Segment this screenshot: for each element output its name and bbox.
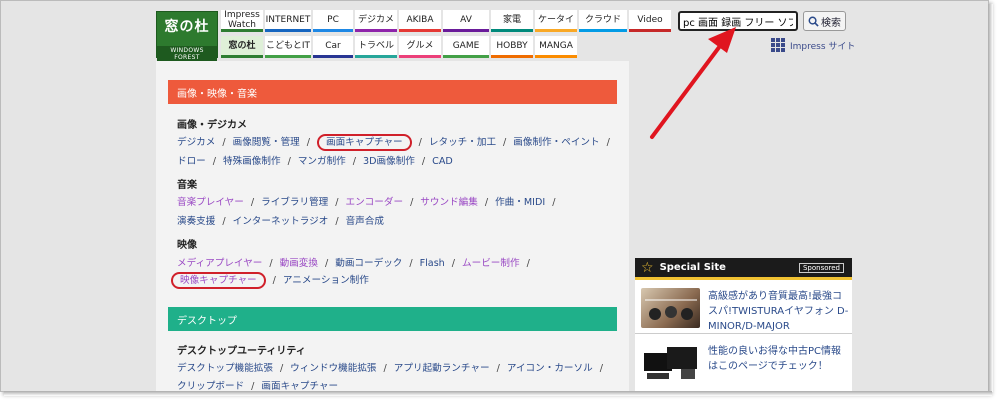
page-shadow-right — [988, 4, 993, 392]
annotation-arrow — [650, 27, 736, 139]
browser-screenshot: 窓の杜 WINDOWS FOREST Impress Watch INTERNE… — [0, 0, 989, 392]
page-shadow-bottom — [4, 391, 992, 396]
